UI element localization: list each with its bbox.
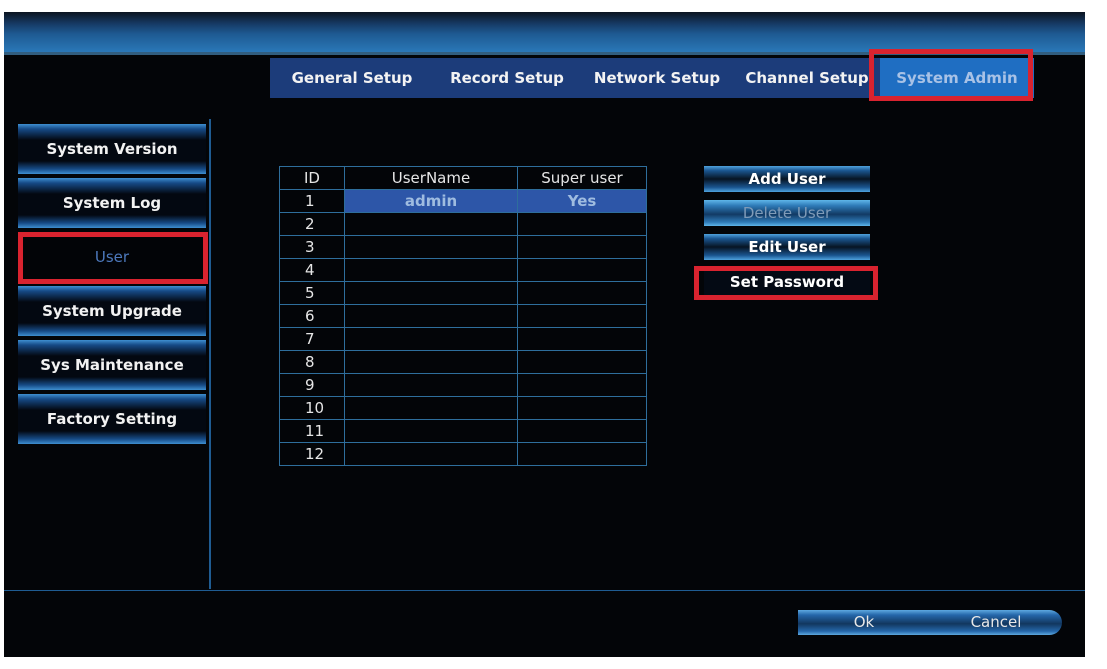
row-super-user [517,304,647,328]
row-username [344,373,518,397]
table-row[interactable]: 4 [279,258,647,282]
table-row[interactable]: 6 [279,304,647,328]
tab-general-setup[interactable]: General Setup [270,58,434,98]
table-header-row: ID UserName Super user [279,166,647,190]
row-id: 2 [279,212,345,236]
row-username [344,235,518,259]
table-row[interactable]: 5 [279,281,647,305]
row-username: admin [344,189,518,213]
row-id: 10 [279,396,345,420]
row-id: 9 [279,373,345,397]
row-id: 4 [279,258,345,282]
row-username [344,350,518,374]
sidebar-item-system-version[interactable]: System Version [18,124,206,174]
footer-divider [4,590,1085,591]
table-row[interactable]: 3 [279,235,647,259]
table-row[interactable]: 2 [279,212,647,236]
row-id: 1 [279,189,345,213]
title-bar [4,12,1085,52]
user-table: ID UserName Super user 1 admin Yes 2 3 4… [279,166,647,466]
sidebar-divider [209,119,211,589]
cancel-button[interactable]: Cancel [930,610,1062,635]
row-super-user [517,327,647,351]
row-id: 12 [279,442,345,466]
row-super-user: Yes [517,189,647,213]
row-username [344,327,518,351]
ok-button[interactable]: Ok [798,610,930,635]
column-header-id: ID [279,166,345,190]
row-id: 7 [279,327,345,351]
row-username [344,281,518,305]
row-id: 8 [279,350,345,374]
row-super-user [517,442,647,466]
table-row[interactable]: 7 [279,327,647,351]
sidebar-item-sys-maintenance[interactable]: Sys Maintenance [18,340,206,390]
tab-network-setup[interactable]: Network Setup [580,58,734,98]
highlight-user-item [18,232,208,284]
row-username [344,212,518,236]
column-header-username: UserName [344,166,518,190]
table-row[interactable]: 10 [279,396,647,420]
row-username [344,258,518,282]
tab-channel-setup[interactable]: Channel Setup [734,58,880,98]
row-super-user [517,396,647,420]
row-super-user [517,212,647,236]
table-row[interactable]: 12 [279,442,647,466]
edit-user-button[interactable]: Edit User [704,234,870,260]
row-id: 3 [279,235,345,259]
row-id: 11 [279,419,345,443]
table-row[interactable]: 1 admin Yes [279,189,647,213]
add-user-button[interactable]: Add User [704,166,870,192]
column-header-super-user: Super user [517,166,647,190]
row-super-user [517,235,647,259]
row-super-user [517,258,647,282]
row-username [344,304,518,328]
sidebar-item-system-upgrade[interactable]: System Upgrade [18,286,206,336]
table-row[interactable]: 9 [279,373,647,397]
sidebar-item-system-log[interactable]: System Log [18,178,206,228]
dvr-settings-screen: General Setup Record Setup Network Setup… [4,12,1085,657]
delete-user-button[interactable]: Delete User [704,200,870,226]
row-super-user [517,350,647,374]
highlight-system-admin-tab [869,49,1033,101]
row-super-user [517,419,647,443]
tab-record-setup[interactable]: Record Setup [434,58,580,98]
table-row[interactable]: 11 [279,419,647,443]
row-super-user [517,281,647,305]
row-id: 5 [279,281,345,305]
highlight-set-password-button [694,266,878,300]
row-username [344,419,518,443]
table-row[interactable]: 8 [279,350,647,374]
row-username [344,396,518,420]
row-super-user [517,373,647,397]
row-username [344,442,518,466]
row-id: 6 [279,304,345,328]
sidebar-item-factory-setting[interactable]: Factory Setting [18,394,206,444]
